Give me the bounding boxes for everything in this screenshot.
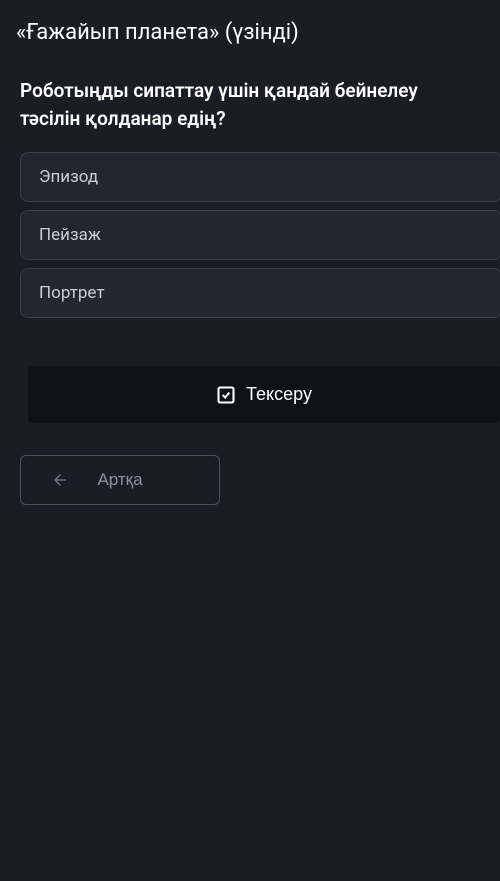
option-item[interactable]: Пейзаж — [20, 210, 500, 260]
question-text: Роботыңды сипаттау үшін қандай бейнелеу … — [0, 53, 500, 152]
option-item[interactable]: Эпизод — [20, 152, 500, 202]
page-title: «Ғажайып планета» (үзінді) — [0, 0, 500, 53]
check-square-icon — [216, 385, 236, 405]
back-button[interactable]: Артқа — [20, 455, 220, 505]
options-container: Эпизод Пейзаж Портрет — [0, 152, 500, 318]
option-item[interactable]: Портрет — [20, 268, 500, 318]
check-button-label: Тексеру — [246, 384, 312, 405]
check-button[interactable]: Тексеру — [28, 366, 500, 423]
arrow-left-icon — [51, 471, 69, 489]
